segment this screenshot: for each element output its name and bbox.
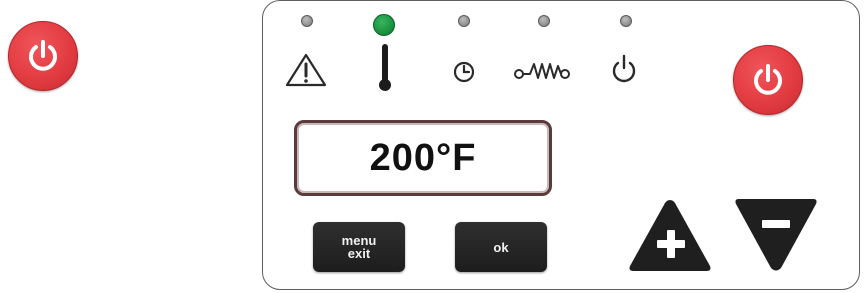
temperature-readout: 200°F <box>369 136 477 179</box>
control-panel-scene: 200°F menu exit ok <box>0 0 866 293</box>
warning-icon <box>284 52 328 88</box>
power-icon <box>754 64 782 95</box>
clock-icon <box>449 57 479 87</box>
clock-led <box>458 15 470 27</box>
ok-button[interactable]: ok <box>455 222 547 272</box>
exit-label: exit <box>347 246 371 261</box>
decrease-button[interactable] <box>733 196 819 274</box>
power-icon <box>29 40 57 71</box>
heating-element-led <box>538 15 550 27</box>
panel-power-button[interactable] <box>733 45 803 115</box>
temperature-display: 200°F <box>294 120 552 196</box>
increase-button[interactable] <box>626 196 714 274</box>
power-led <box>620 15 632 27</box>
menu-exit-button[interactable]: menu exit <box>313 222 405 272</box>
ok-label: ok <box>493 239 509 255</box>
heating-element-icon <box>510 56 574 86</box>
thermometer-icon <box>373 40 397 94</box>
minus-icon <box>762 220 790 228</box>
external-power-button[interactable] <box>8 21 78 91</box>
power-icon <box>608 52 640 86</box>
thermometer-led <box>373 14 395 36</box>
warning-led <box>301 15 313 27</box>
